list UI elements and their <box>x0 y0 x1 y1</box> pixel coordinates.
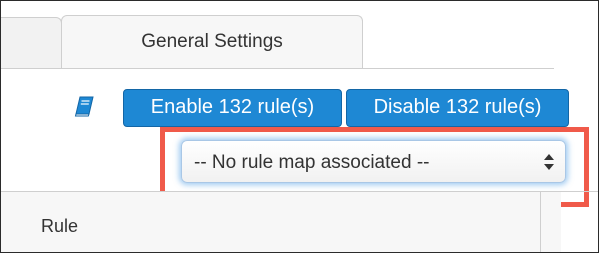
tab-general-settings-label: General Settings <box>141 31 283 52</box>
column-header-rule[interactable]: Rule <box>41 216 78 237</box>
book-icon[interactable] <box>73 95 95 117</box>
select-arrows-icon <box>544 154 554 170</box>
table-header <box>1 192 561 252</box>
tab-divider <box>1 68 554 69</box>
disable-rules-button[interactable]: Disable 132 rule(s) <box>346 89 569 127</box>
tab-general-settings[interactable]: General Settings <box>61 15 363 68</box>
table-column-divider <box>540 192 541 252</box>
settings-panel: General Settings Enable 132 rule(s) Disa… <box>0 0 599 253</box>
rule-map-select[interactable]: -- No rule map associated -- <box>181 140 566 183</box>
enable-rules-button[interactable]: Enable 132 rule(s) <box>123 89 342 127</box>
rule-map-select-value: -- No rule map associated -- <box>194 152 430 173</box>
tab-previous[interactable] <box>1 17 62 68</box>
